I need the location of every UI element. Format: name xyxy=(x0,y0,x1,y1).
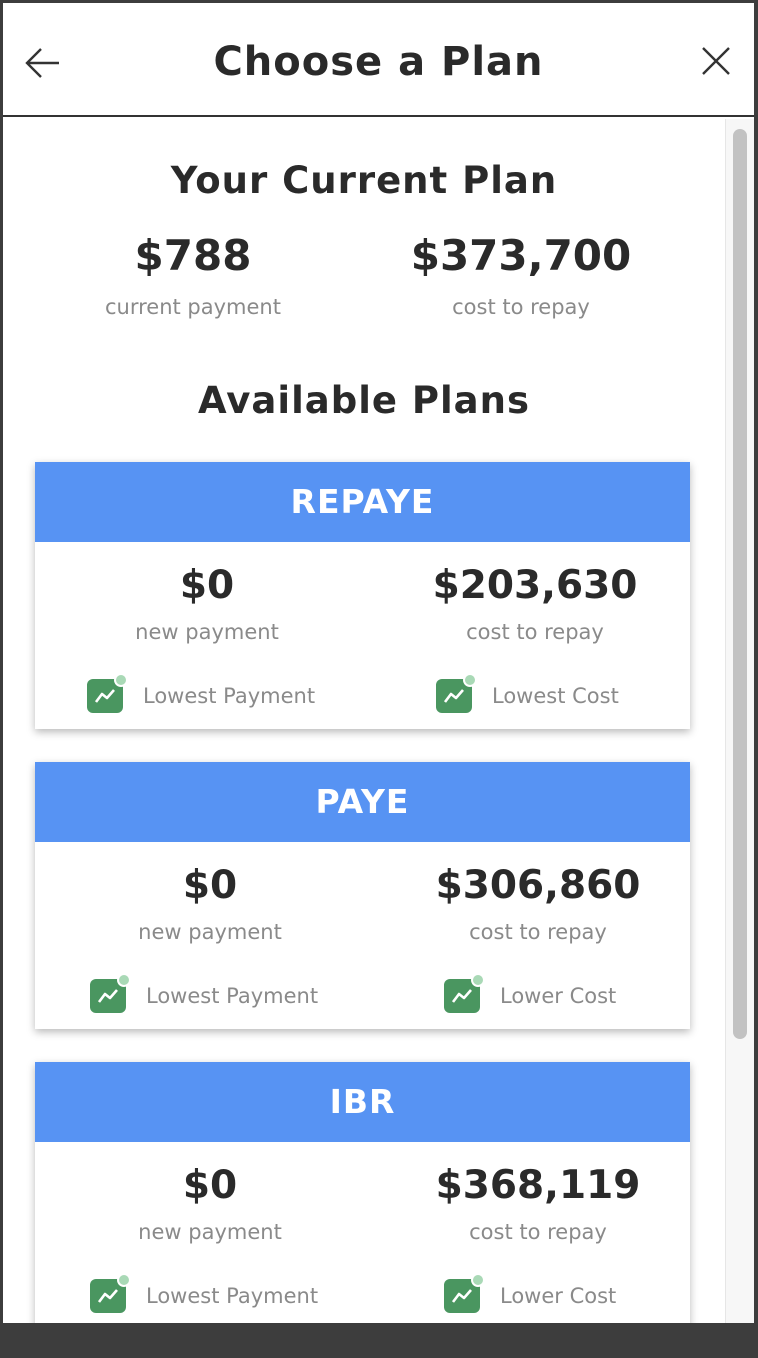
trend-chart-icon xyxy=(87,673,128,713)
plan-cost-amount: $306,860 xyxy=(435,863,641,908)
plan-payment-label: new payment xyxy=(135,620,279,644)
plan-payment-label: new payment xyxy=(138,920,282,944)
current-cost-label: cost to repay xyxy=(452,295,590,319)
plan-payment-amount: $0 xyxy=(179,563,235,608)
plan-card-paye[interactable]: PAYE $0 new payment $306,860 cost to rep… xyxy=(35,762,690,1029)
badge-label: Lowest Cost xyxy=(492,684,619,708)
lowest-cost-badge: Lowest Cost xyxy=(436,673,619,713)
plan-payment-amount: $0 xyxy=(182,863,238,908)
lower-cost-badge: Lower Cost xyxy=(444,1273,617,1313)
trend-chart-icon xyxy=(444,973,485,1013)
trend-chart-icon xyxy=(436,673,477,713)
lowest-payment-badge: Lowest Payment xyxy=(90,973,319,1013)
plan-cost-label: cost to repay xyxy=(466,620,604,644)
trend-chart-icon xyxy=(90,973,131,1013)
badge-label: Lowest Payment xyxy=(146,1284,319,1308)
current-payment-amount: $788 xyxy=(134,231,252,280)
plan-cost-amount: $203,630 xyxy=(432,563,638,608)
lowest-payment-badge: Lowest Payment xyxy=(87,673,316,713)
trend-chart-icon xyxy=(444,1273,485,1313)
plan-name: IBR xyxy=(35,1062,690,1142)
modal-header: Choose a Plan xyxy=(3,3,754,117)
plan-payment-amount: $0 xyxy=(182,1163,238,1208)
badge-label: Lowest Payment xyxy=(143,684,316,708)
background-strip xyxy=(0,1323,758,1358)
plan-content: Your Current Plan $788 current payment $… xyxy=(3,119,725,1323)
scrollbar-thumb[interactable] xyxy=(733,129,747,1039)
badge-label: Lower Cost xyxy=(500,1284,617,1308)
lower-cost-badge: Lower Cost xyxy=(444,973,617,1013)
choose-plan-modal: Choose a Plan Your Current Plan $788 cur… xyxy=(3,3,754,1323)
available-plans-title: Available Plans xyxy=(197,379,530,422)
plan-name: PAYE xyxy=(35,762,690,842)
plan-card-repaye[interactable]: REPAYE $0 new payment $203,630 cost to r… xyxy=(35,462,690,729)
current-payment-label: current payment xyxy=(105,295,281,319)
current-plan-title: Your Current Plan xyxy=(170,159,558,202)
plan-cost-amount: $368,119 xyxy=(435,1163,641,1208)
current-cost-amount: $373,700 xyxy=(410,231,632,280)
close-icon[interactable] xyxy=(699,44,733,78)
plan-cost-label: cost to repay xyxy=(469,1220,607,1244)
lowest-payment-badge: Lowest Payment xyxy=(90,1273,319,1313)
plan-cost-label: cost to repay xyxy=(469,920,607,944)
plan-card-ibr[interactable]: IBR $0 new payment $368,119 cost to repa… xyxy=(35,1062,690,1323)
plan-name: REPAYE xyxy=(35,462,690,542)
page-title: Choose a Plan xyxy=(213,39,544,85)
plan-payment-label: new payment xyxy=(138,1220,282,1244)
badge-label: Lowest Payment xyxy=(146,984,319,1008)
trend-chart-icon xyxy=(90,1273,131,1313)
badge-label: Lower Cost xyxy=(500,984,617,1008)
